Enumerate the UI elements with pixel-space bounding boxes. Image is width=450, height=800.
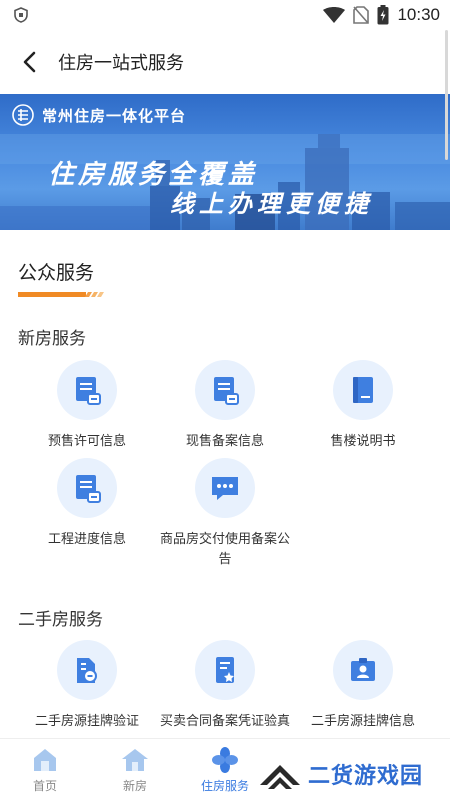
book-icon	[353, 377, 373, 403]
banner-slogan-2: 线上办理更便捷	[170, 189, 373, 218]
tile-spot-sale-filing[interactable]: 现售备案信息	[150, 360, 300, 452]
tile-label: 买卖合同备案凭证验真	[159, 714, 290, 729]
tile-label: 售楼说明书	[330, 434, 396, 449]
four-petal-icon	[212, 747, 238, 773]
home-icon	[34, 749, 56, 771]
back-button[interactable]	[0, 30, 58, 94]
tile-label: 商品房交付使用备案公告	[159, 532, 290, 567]
house-icon	[122, 749, 148, 771]
page: 10:30 住房一站式服务 常州住房一体化平台 住房服务全覆盖 线上办理更便捷 …	[0, 0, 450, 800]
tile-construction-progress[interactable]: 工程进度信息	[12, 458, 162, 550]
tile-delivery-filing-notice[interactable]: 商品房交付使用备案公告	[150, 458, 300, 570]
battery-icon	[377, 5, 389, 25]
hero-banner[interactable]: 常州住房一体化平台 住房服务全覆盖 线上办理更便捷	[0, 94, 450, 230]
document-stamp-icon	[76, 475, 101, 503]
contract-star-icon	[216, 657, 234, 683]
section-underline	[18, 292, 104, 297]
building-certificate-icon	[77, 658, 97, 683]
tile-contract-verification[interactable]: 买卖合同备案凭证验真	[150, 640, 300, 732]
tile-label: 预售许可信息	[47, 434, 126, 449]
nav-item-home[interactable]: 首页	[0, 739, 90, 800]
clock: 10:30	[397, 5, 440, 24]
nav-label: 住房服务	[200, 779, 249, 793]
watermark-logo-icon	[260, 765, 300, 789]
tile-label: 现售备案信息	[185, 434, 264, 449]
nav-item-housing-services[interactable]: 住房服务	[180, 739, 270, 800]
no-sim-icon	[353, 6, 370, 24]
tile-listing-verification[interactable]: 二手房源挂牌验证	[12, 640, 162, 732]
status-bar: 10:30	[0, 0, 450, 30]
document-stamp-icon	[76, 377, 101, 405]
chat-bubble-icon	[212, 477, 238, 500]
platform-name: 常州住房一体化平台	[42, 106, 187, 125]
tile-presale-permit[interactable]: 预售许可信息	[12, 360, 162, 452]
tile-sales-brochure[interactable]: 售楼说明书	[288, 360, 438, 452]
tile-listing-info[interactable]: 二手房源挂牌信息	[288, 640, 438, 732]
tile-label: 工程进度信息	[47, 532, 126, 547]
id-card-icon	[351, 658, 375, 681]
watermark: 二货游戏园	[258, 754, 446, 794]
document-stamp-icon	[214, 377, 239, 405]
app-header: 住房一站式服务	[0, 30, 450, 94]
tile-label: 二手房源挂牌验证	[34, 714, 139, 729]
section-title-public-services: 公众服务	[18, 262, 95, 284]
tile-label: 二手房源挂牌信息	[310, 714, 415, 729]
platform-brand: 常州住房一体化平台	[12, 104, 186, 126]
group-title-second-hand: 二手房服务	[18, 610, 103, 630]
nav-item-new-house[interactable]: 新房	[90, 739, 180, 800]
page-title: 住房一站式服务	[58, 53, 184, 74]
nav-label: 新房	[122, 779, 147, 793]
watermark-text: 二货游戏园	[308, 764, 424, 789]
wifi-icon	[323, 7, 346, 23]
group-title-new-house: 新房服务	[18, 329, 86, 349]
shield-icon	[14, 7, 28, 23]
platform-logo-icon	[12, 104, 34, 126]
scrollbar[interactable]	[445, 30, 448, 160]
nav-label: 首页	[32, 779, 57, 793]
chevron-left-icon	[23, 51, 36, 73]
